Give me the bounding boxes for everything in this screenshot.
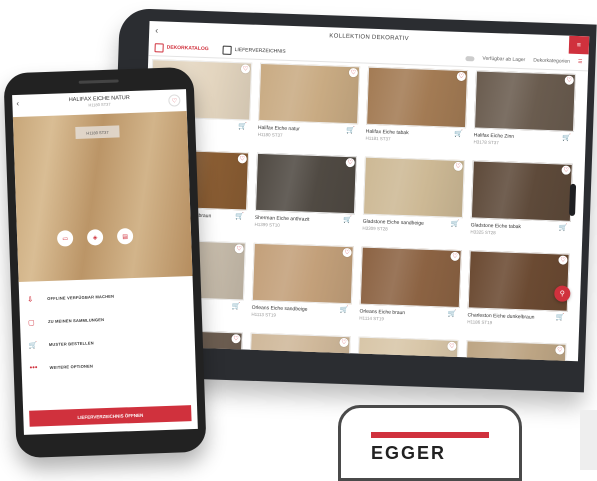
decor-code: H3325 ST28: [470, 229, 496, 236]
decor-card[interactable]: ♡ 🛒 Halifax Eiche Zinn H3178 ST37: [473, 70, 576, 157]
toggle-label: Verfügbar ab Lager: [482, 55, 526, 64]
stock-toggle[interactable]: [465, 55, 475, 61]
decor-card[interactable]: ♡ 🛒 Halifax Eiche tabak H1181 ST37: [365, 66, 469, 154]
decor-swatch[interactable]: [366, 66, 469, 129]
cart-icon[interactable]: 🛒: [451, 220, 460, 228]
decor-card[interactable]: ♡ 🛒 Halifax Eiche natur H1180 ST37: [257, 62, 361, 150]
decor-code: H1181 ST37: [365, 135, 391, 142]
decor-swatch[interactable]: [474, 70, 576, 132]
back-icon[interactable]: ‹: [16, 99, 19, 108]
decor-card[interactable]: ♡ 🛒 Orleans Eiche braun H1114 ST19: [359, 246, 462, 334]
decor-code: H3309 ST28: [362, 225, 388, 232]
decor-code: H1113 ST19: [251, 311, 277, 318]
cart-icon[interactable]: 🛒: [559, 223, 568, 231]
decor-swatch[interactable]: [362, 156, 465, 219]
cart-icon[interactable]: 🛒: [562, 134, 571, 142]
decor-code: H3178 ST37: [473, 139, 499, 146]
tab-label: LIEFERVERZEICHNIS: [234, 47, 286, 55]
grid-icon: [154, 42, 164, 53]
back-icon[interactable]: ‹: [155, 25, 159, 35]
decor-card[interactable]: ♡: [248, 332, 351, 362]
open-delivery-program-button[interactable]: LIEFERVERZEICHNIS ÖFFNEN: [29, 405, 192, 427]
decor-card[interactable]: ♡: [356, 336, 459, 362]
book-icon: [222, 45, 232, 55]
phone-speaker: [78, 79, 119, 84]
cart-icon[interactable]: 🛒: [448, 310, 457, 318]
fullscreen-icon[interactable]: ▭: [56, 230, 74, 247]
tablet-screen: ‹ KOLLEKTION DEKORATIV ≡ DEKORKATALOG LI…: [138, 21, 590, 362]
cart-icon[interactable]: 🛒: [232, 302, 241, 310]
tab-lieferverzeichnis[interactable]: LIEFERVERZEICHNIS: [222, 45, 286, 56]
cart-icon[interactable]: 🛒: [340, 306, 349, 314]
decor-code: H1399 ST10: [254, 221, 280, 228]
compare-icon[interactable]: ◈: [86, 229, 104, 246]
decor-swatch[interactable]: [255, 152, 357, 215]
more-icon: •••: [29, 364, 38, 372]
decor-card[interactable]: ♡ 🛒 Orleans Eiche sandbeige H1113 ST19: [251, 242, 354, 330]
decor-card[interactable]: ♡ 🛒 Sherman Eiche anthrazit H1399 ST10: [254, 152, 357, 240]
phone-screen: ‹ HALIFAX EICHE NATUR H1180 ST37 ♡ H1180…: [12, 89, 198, 435]
account-icon[interactable]: ≡: [568, 35, 590, 55]
cart-icon[interactable]: 🛒: [556, 313, 565, 321]
document-icon[interactable]: ▤: [116, 228, 134, 245]
filter-icon[interactable]: ☰: [578, 59, 583, 65]
decor-code: H1186 ST19: [467, 319, 493, 326]
preview-actions: ▭ ◈ ▤: [56, 228, 134, 247]
tablet-title: KOLLEKTION DEKORATIV: [329, 33, 409, 43]
decor-card[interactable]: ♡: [464, 340, 567, 362]
logo-red-bar: [371, 432, 489, 438]
tab-dekorkatalog[interactable]: DEKORKATALOG: [154, 42, 209, 54]
menu-label: MUSTER BESTELLEN: [48, 340, 94, 348]
cart-icon[interactable]: 🛒: [343, 216, 352, 224]
decor-code: H1180 ST37: [257, 131, 283, 138]
decor-swatch[interactable]: [359, 246, 462, 309]
tab-label: DEKORKATALOG: [166, 44, 209, 53]
decor-swatch[interactable]: [464, 340, 567, 362]
cart-icon[interactable]: 🛒: [346, 126, 355, 134]
download-icon: ⇩: [27, 296, 34, 304]
decor-swatch[interactable]: [470, 160, 573, 222]
cart-icon[interactable]: 🛒: [454, 130, 463, 138]
cart-icon: 🛒: [28, 341, 38, 350]
menu-label: ZU MEINEN SAMMLUNGEN: [47, 317, 105, 325]
favorite-icon[interactable]: ♡: [168, 94, 181, 107]
decor-swatch[interactable]: [258, 62, 361, 125]
decor-code-tag: H1180 ST37: [75, 125, 120, 139]
menu-more-options[interactable]: ••• WEITERE OPTIONEN: [29, 351, 188, 380]
decorative-edge: [580, 410, 597, 470]
tablet-home-button: [569, 183, 577, 217]
cart-icon[interactable]: 🛒: [235, 212, 244, 220]
decor-card[interactable]: ♡ 🛒 Gladstone Eiche tabak H3325 ST28: [470, 160, 573, 247]
cart-icon[interactable]: 🛒: [238, 122, 247, 130]
decor-swatch[interactable]: [251, 242, 354, 305]
logo-wordmark: EGGER: [371, 443, 447, 463]
decor-card[interactable]: ♡ 🛒 Gladstone Eiche sandbeige H3309 ST28: [362, 156, 465, 244]
decor-code: H1114 ST19: [359, 315, 385, 322]
sort-label[interactable]: Dekorkategorien: [533, 57, 570, 64]
menu-label: WEITERE OPTIONEN: [49, 363, 94, 370]
decor-swatch[interactable]: [467, 250, 570, 312]
phone-device: ‹ HALIFAX EICHE NATUR H1180 ST37 ♡ H1180…: [3, 66, 207, 459]
collection-icon: ▢: [27, 318, 36, 327]
action-menu: ⇩ OFFLINE VERFÜGBAR MACHEN ▢ ZU MEINEN S…: [19, 276, 197, 386]
decor-swatch[interactable]: [248, 332, 351, 362]
filter-controls: Verfügbar ab Lager Dekorkategorien ☰: [465, 55, 582, 65]
decor-grid: ♡🛒Halifax Eiche weissH1176 ST37♡🛒Halifax…: [140, 59, 582, 362]
decor-preview[interactable]: H1180 ST37 ▭ ◈ ▤: [12, 111, 193, 283]
decor-swatch[interactable]: [356, 336, 459, 362]
menu-label: OFFLINE VERFÜGBAR MACHEN: [47, 293, 115, 302]
